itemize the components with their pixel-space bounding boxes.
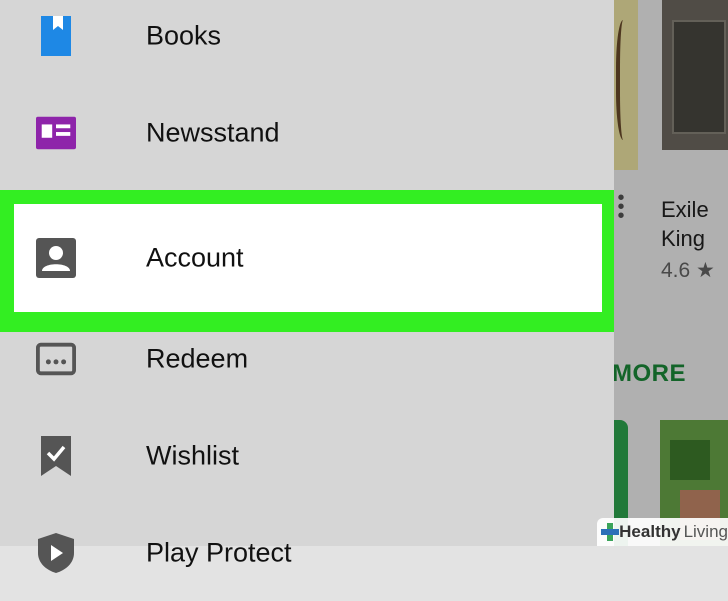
account-icon (36, 238, 76, 278)
drawer-item-newsstand[interactable]: Newsstand (0, 84, 614, 181)
health-cross-icon (601, 523, 620, 541)
play-protect-icon (36, 532, 76, 573)
newsstand-icon (36, 113, 76, 153)
watermark-text-light: Living (683, 522, 728, 541)
watermark-text-bold: Healthy (619, 522, 681, 541)
book-icon (36, 15, 76, 56)
drawer-item-label: Account (146, 242, 244, 273)
drawer-item-redeem[interactable]: Redeem (0, 310, 614, 407)
drawer-item-label: Books (146, 20, 222, 50)
drawer-item-label: Redeem (146, 343, 249, 373)
drawer-item-label: Newsstand (146, 117, 280, 147)
redeem-icon (36, 339, 76, 379)
watermark: Healthy Living (597, 518, 728, 546)
drawer-item-label: Wishlist (146, 440, 239, 470)
drawer-item-books[interactable]: Books (0, 0, 614, 84)
drawer-item-play-protect[interactable]: Play Protect (0, 504, 614, 601)
drawer-item-account[interactable]: Account (14, 204, 602, 312)
drawer-item-label: Play Protect (146, 537, 292, 567)
navigation-drawer: Books Newsstand Account Redeem Wishlist … (0, 0, 614, 573)
drawer-item-wishlist[interactable]: Wishlist (0, 407, 614, 504)
wishlist-icon (36, 435, 76, 476)
